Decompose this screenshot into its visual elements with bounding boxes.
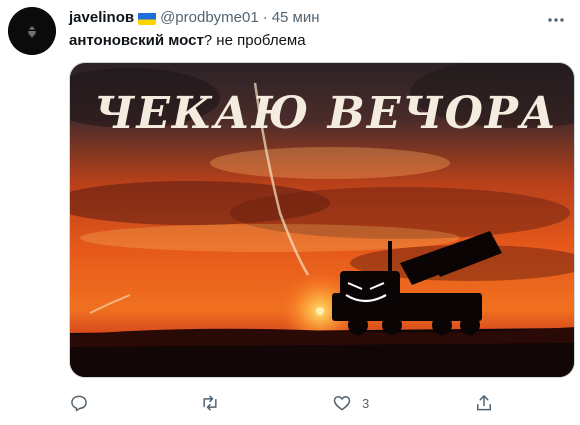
- author-handle[interactable]: @prodbyme01: [160, 8, 259, 28]
- flag-icon: [138, 12, 157, 25]
- retweet-icon: [203, 395, 217, 411]
- more-button[interactable]: [544, 10, 568, 30]
- avatar[interactable]: [8, 7, 56, 55]
- media-image[interactable]: ЧЕКАЮ ВЕЧОРА: [69, 62, 575, 378]
- share-button[interactable]: [474, 388, 494, 418]
- author-name[interactable]: javelinов: [69, 8, 134, 28]
- tweet-text-bold: антоновский мост: [69, 32, 204, 49]
- reply-icon: [71, 395, 87, 412]
- like-button[interactable]: 3: [332, 388, 369, 418]
- share-icon: [477, 395, 491, 411]
- retweet-button[interactable]: [200, 388, 220, 418]
- tweet: javelinов @prodbyme01 · 45 мин антоновск…: [0, 0, 580, 425]
- reply-button[interactable]: [69, 388, 89, 418]
- like-count: 3: [362, 395, 370, 411]
- tweet-time[interactable]: 45 мин: [272, 8, 320, 28]
- image-title-text: ЧЕКАЮ ВЕЧОРА: [94, 88, 558, 139]
- separator-dot: ·: [262, 9, 268, 26]
- tweet-text: ? не проблема: [203, 32, 306, 49]
- heart-icon: [333, 396, 351, 411]
